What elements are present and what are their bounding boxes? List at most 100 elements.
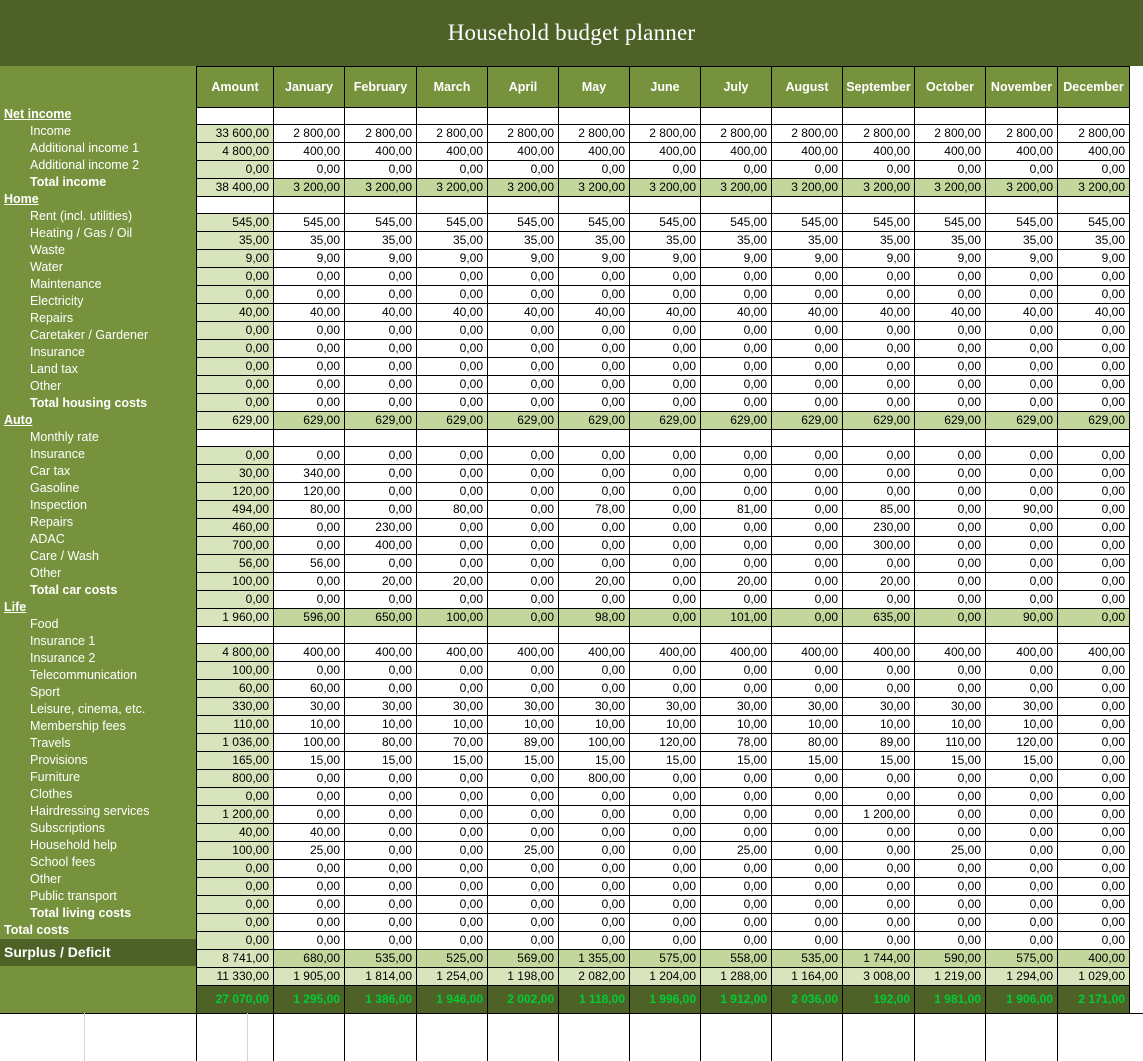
value-cell[interactable]: 100,00 — [196, 572, 274, 591]
value-cell[interactable]: 0,00 — [629, 339, 701, 358]
value-cell[interactable]: 545,00 — [1057, 213, 1130, 232]
value-cell[interactable]: 80,00 — [416, 500, 488, 519]
value-cell[interactable]: 0,00 — [196, 913, 274, 932]
grand-total-cell[interactable]: 1 905,00 — [273, 967, 345, 986]
value-cell[interactable]: 0,00 — [344, 661, 417, 680]
value-cell[interactable]: 545,00 — [842, 213, 915, 232]
value-cell[interactable]: 30,00 — [985, 697, 1058, 716]
value-cell[interactable]: 110,00 — [914, 733, 986, 752]
value-cell[interactable]: 20,00 — [344, 572, 417, 591]
value-cell[interactable]: 0,00 — [558, 375, 630, 394]
value-cell[interactable]: 80,00 — [344, 733, 417, 752]
value-cell[interactable]: 0,00 — [273, 357, 345, 376]
value-cell[interactable]: 0,00 — [1057, 715, 1130, 734]
value-cell[interactable]: 0,00 — [842, 267, 915, 286]
value-cell[interactable]: 9,00 — [700, 249, 772, 268]
value-cell[interactable]: 30,00 — [914, 697, 986, 716]
value-cell[interactable]: 0,00 — [196, 393, 274, 412]
total-cell[interactable]: 590,00 — [914, 949, 986, 968]
value-cell[interactable]: 165,00 — [196, 751, 274, 770]
value-cell[interactable]: 0,00 — [1057, 931, 1130, 950]
value-cell[interactable]: 0,00 — [273, 375, 345, 394]
value-cell[interactable]: 0,00 — [273, 339, 345, 358]
value-cell[interactable]: 0,00 — [629, 787, 701, 806]
total-cell[interactable]: 650,00 — [344, 608, 417, 627]
value-cell[interactable]: 15,00 — [416, 751, 488, 770]
value-cell[interactable]: 0,00 — [273, 393, 345, 412]
total-cell[interactable]: 629,00 — [344, 411, 417, 430]
value-cell[interactable]: 0,00 — [629, 895, 701, 914]
value-cell[interactable]: 10,00 — [985, 715, 1058, 734]
value-cell[interactable]: 0,00 — [416, 877, 488, 896]
value-cell[interactable]: 0,00 — [416, 590, 488, 609]
value-cell[interactable]: 0,00 — [771, 339, 843, 358]
value-cell[interactable]: 0,00 — [344, 446, 417, 465]
value-cell[interactable]: 35,00 — [629, 231, 701, 250]
value-cell[interactable]: 0,00 — [629, 877, 701, 896]
value-cell[interactable]: 0,00 — [771, 464, 843, 483]
value-cell[interactable]: 400,00 — [416, 142, 488, 161]
value-cell[interactable]: 60,00 — [273, 679, 345, 698]
total-cell[interactable]: 535,00 — [771, 949, 843, 968]
value-cell[interactable]: 0,00 — [1057, 823, 1130, 842]
value-cell[interactable]: 0,00 — [914, 554, 986, 573]
value-cell[interactable]: 56,00 — [196, 554, 274, 573]
value-cell[interactable]: 80,00 — [273, 500, 345, 519]
value-cell[interactable]: 78,00 — [700, 733, 772, 752]
value-cell[interactable]: 0,00 — [914, 393, 986, 412]
value-cell[interactable]: 0,00 — [700, 661, 772, 680]
value-cell[interactable]: 0,00 — [1057, 393, 1130, 412]
value-cell[interactable]: 0,00 — [487, 572, 559, 591]
value-cell[interactable]: 0,00 — [629, 769, 701, 788]
value-cell[interactable]: 0,00 — [842, 877, 915, 896]
value-cell[interactable]: 0,00 — [344, 823, 417, 842]
value-cell[interactable]: 0,00 — [416, 267, 488, 286]
total-cell[interactable]: 3 200,00 — [771, 178, 843, 197]
value-cell[interactable]: 0,00 — [558, 160, 630, 179]
value-cell[interactable]: 0,00 — [344, 787, 417, 806]
value-cell[interactable]: 0,00 — [771, 446, 843, 465]
value-cell[interactable]: 0,00 — [771, 375, 843, 394]
value-cell[interactable]: 0,00 — [558, 841, 630, 860]
value-cell[interactable]: 78,00 — [558, 500, 630, 519]
value-cell[interactable]: 400,00 — [344, 536, 417, 555]
value-cell[interactable]: 0,00 — [914, 805, 986, 824]
value-cell[interactable]: 0,00 — [914, 859, 986, 878]
total-cell[interactable]: 100,00 — [416, 608, 488, 627]
value-cell[interactable]: 25,00 — [273, 841, 345, 860]
value-cell[interactable]: 25,00 — [914, 841, 986, 860]
value-cell[interactable]: 35,00 — [700, 231, 772, 250]
value-cell[interactable]: 9,00 — [344, 249, 417, 268]
value-cell[interactable]: 545,00 — [487, 213, 559, 232]
value-cell[interactable]: 0,00 — [985, 554, 1058, 573]
value-cell[interactable]: 0,00 — [985, 859, 1058, 878]
surplus-cell[interactable]: 1 906,00 — [985, 985, 1058, 1014]
value-cell[interactable]: 0,00 — [416, 841, 488, 860]
value-cell[interactable]: 0,00 — [558, 285, 630, 304]
value-cell[interactable]: 0,00 — [416, 357, 488, 376]
value-cell[interactable]: 0,00 — [914, 679, 986, 698]
value-cell[interactable]: 400,00 — [842, 643, 915, 662]
value-cell[interactable]: 0,00 — [487, 536, 559, 555]
value-cell[interactable]: 0,00 — [1057, 518, 1130, 537]
value-cell[interactable]: 30,00 — [558, 697, 630, 716]
surplus-cell[interactable]: 1 946,00 — [416, 985, 488, 1014]
total-cell[interactable]: 0,00 — [1057, 608, 1130, 627]
value-cell[interactable]: 0,00 — [1057, 572, 1130, 591]
value-cell[interactable]: 0,00 — [771, 590, 843, 609]
value-cell[interactable]: 400,00 — [629, 142, 701, 161]
value-cell[interactable]: 0,00 — [700, 446, 772, 465]
value-cell[interactable]: 15,00 — [700, 751, 772, 770]
value-cell[interactable]: 10,00 — [487, 715, 559, 734]
value-cell[interactable]: 0,00 — [771, 859, 843, 878]
grand-total-cell[interactable]: 1 254,00 — [416, 967, 488, 986]
total-cell[interactable]: 101,00 — [700, 608, 772, 627]
value-cell[interactable]: 230,00 — [344, 518, 417, 537]
total-cell[interactable]: 3 200,00 — [842, 178, 915, 197]
value-cell[interactable]: 545,00 — [196, 213, 274, 232]
value-cell[interactable]: 0,00 — [273, 787, 345, 806]
surplus-cell[interactable]: 1 996,00 — [629, 985, 701, 1014]
value-cell[interactable]: 0,00 — [985, 464, 1058, 483]
value-cell[interactable]: 0,00 — [914, 285, 986, 304]
value-cell[interactable]: 0,00 — [558, 464, 630, 483]
